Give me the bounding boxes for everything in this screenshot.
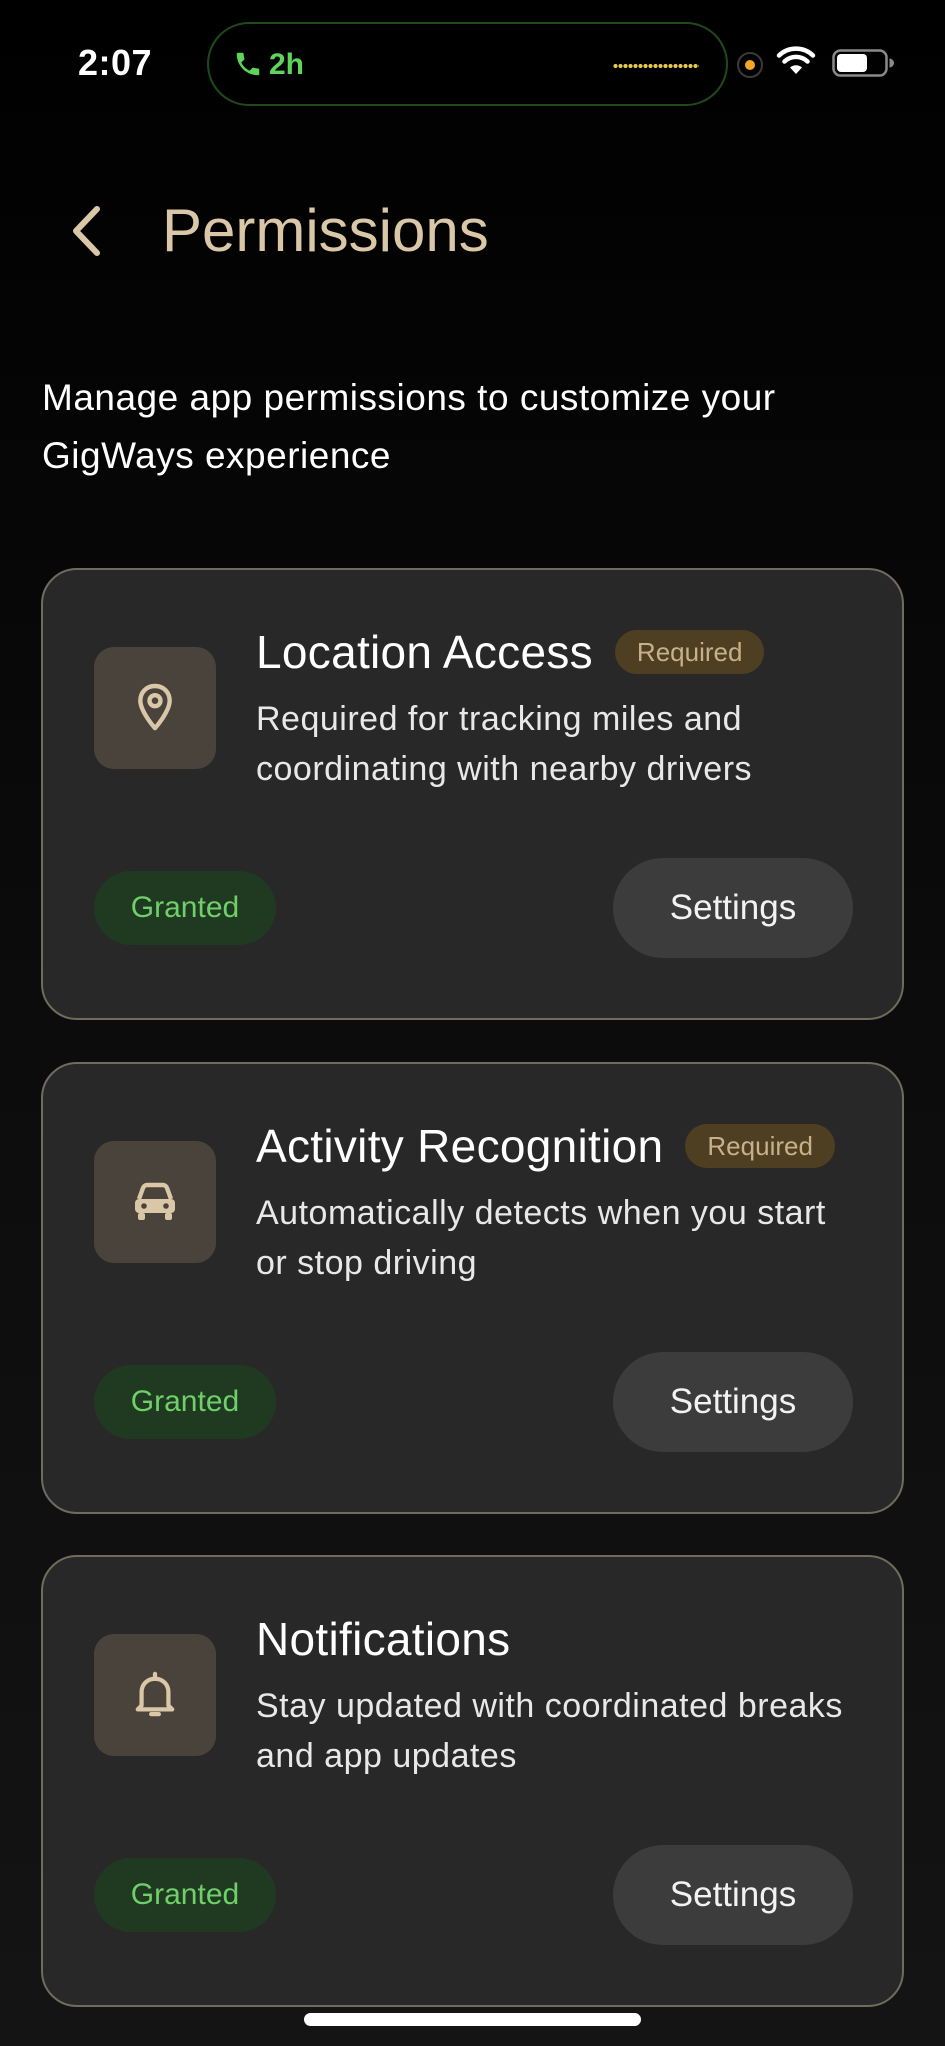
permission-description: Stay updated with coordinated breaks and… [256, 1687, 843, 1775]
battery-icon [832, 49, 894, 77]
back-button[interactable] [58, 196, 114, 266]
privacy-indicator-icon [737, 52, 763, 78]
permission-title-row: Location Access Required [256, 624, 765, 680]
phone-icon [236, 52, 260, 76]
permission-title: Activity Recognition [256, 1120, 664, 1172]
permission-title: Notifications [256, 1613, 511, 1665]
audio-waveform-icon [613, 62, 699, 70]
intro-text: Manage app permissions to customize your… [42, 377, 776, 476]
granted-status-badge: Granted [94, 1858, 276, 1932]
settings-button-activity[interactable]: Settings [613, 1352, 853, 1452]
status-time: 2:07 [78, 42, 153, 83]
call-duration: 2h [269, 48, 305, 81]
permission-title-row: Notifications [256, 1611, 510, 1667]
required-badge: Required [614, 630, 765, 674]
permission-description: Required for tracking miles and coordina… [256, 700, 753, 788]
permission-title: Location Access [256, 626, 593, 678]
chevron-left-icon [73, 206, 100, 256]
permission-icon-box [94, 1634, 216, 1756]
status-bar: 2:07 2h [0, 0, 945, 130]
permission-icon-box [94, 1141, 216, 1263]
permission-card-location: Location Access Required Required for tr… [41, 568, 904, 1020]
car-icon [135, 1182, 175, 1220]
required-badge: Required [685, 1124, 835, 1168]
bell-icon [135, 1671, 175, 1717]
permission-description: Automatically detects when you start or … [256, 1194, 826, 1282]
settings-button-notifications[interactable]: Settings [613, 1845, 853, 1945]
page-title: Permissions [162, 197, 489, 264]
permission-icon-box [94, 647, 216, 769]
wifi-icon [776, 46, 816, 74]
dynamic-island-call[interactable]: 2h [207, 22, 728, 106]
permission-card-notifications: Notifications Stay updated with coordina… [41, 1555, 904, 2007]
settings-button-location[interactable]: Settings [613, 858, 853, 958]
permission-title-row: Activity Recognition Required [256, 1118, 835, 1174]
granted-status-badge: Granted [94, 1365, 276, 1439]
permission-card-activity: Activity Recognition Required Automatica… [41, 1062, 904, 1514]
granted-status-badge: Granted [94, 871, 276, 945]
location-pin-icon [138, 683, 172, 731]
home-indicator[interactable] [304, 2013, 641, 2026]
